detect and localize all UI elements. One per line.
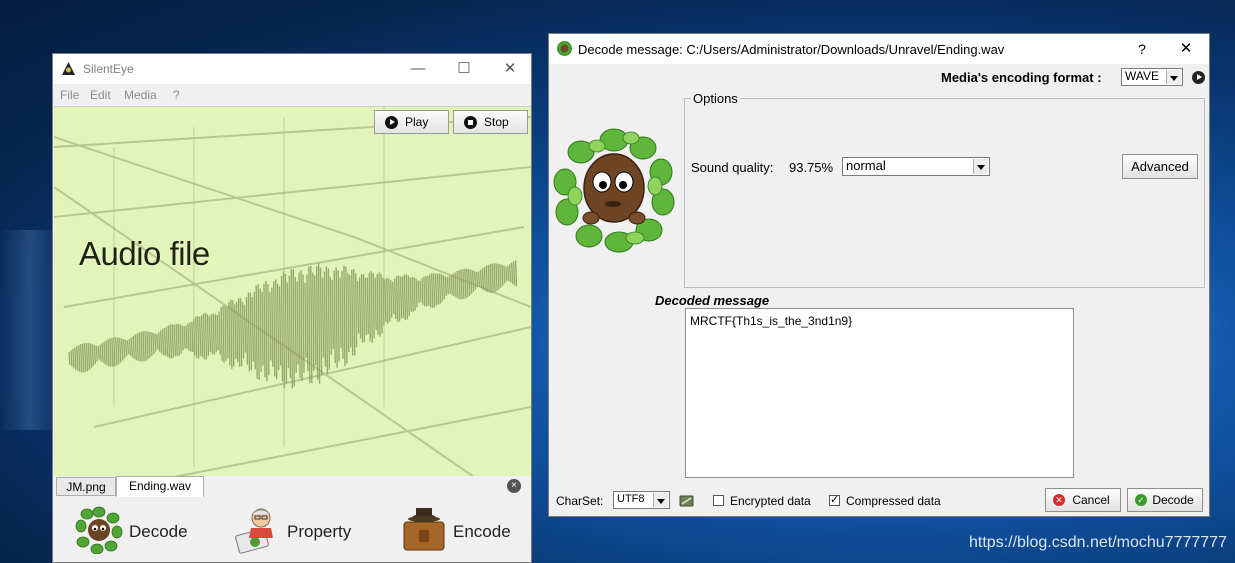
decoded-message-textarea[interactable]: MRCTF{Th1s_is_the_3nd1n9}	[685, 308, 1074, 478]
format-go-icon[interactable]	[1192, 71, 1205, 84]
charset-value: UTF8	[617, 493, 645, 505]
cancel-button[interactable]: ✕ Cancel	[1045, 488, 1121, 512]
options-group-title: Options	[691, 91, 740, 106]
close-button[interactable]: ✕	[487, 54, 533, 84]
media-type-label: Audio file	[79, 235, 210, 272]
cancel-label: Cancel	[1072, 493, 1110, 507]
chevron-down-icon	[653, 493, 668, 507]
play-icon	[385, 116, 398, 129]
chevron-down-icon	[973, 159, 988, 174]
chevron-down-icon	[1166, 70, 1181, 84]
encoding-format-label: Media's encoding format :	[941, 70, 1102, 85]
media-preview-canvas: Audio file	[54, 106, 531, 477]
menu-bar: File Edit Media ?	[53, 84, 531, 106]
property-tool-label: Property	[287, 522, 352, 541]
encrypted-data-label: Encrypted data	[730, 494, 811, 508]
cancel-icon: ✕	[1053, 494, 1065, 506]
menu-edit[interactable]: Edit	[90, 88, 111, 102]
dialog-close-button[interactable]: ✕	[1163, 34, 1209, 64]
decoded-message-label: Decoded message	[655, 293, 770, 308]
encode-tool-button[interactable]: Encode	[401, 504, 521, 560]
menu-help[interactable]: ?	[173, 88, 180, 102]
property-tool-button[interactable]: Property	[233, 504, 363, 560]
charset-settings-icon[interactable]	[679, 493, 694, 508]
encode-tool-label: Encode	[453, 522, 511, 541]
close-tab-icon[interactable]: ×	[507, 479, 521, 493]
decode-mascot-icon	[75, 506, 123, 554]
charset-label: CharSet:	[556, 494, 604, 508]
maximize-button[interactable]: ☐	[441, 54, 487, 84]
desktop-light-beam	[0, 230, 60, 430]
minimize-button[interactable]: —	[395, 54, 441, 84]
tab-jm-png[interactable]: JM.png	[56, 477, 116, 496]
stop-button[interactable]: Stop	[453, 110, 528, 134]
options-group	[684, 98, 1205, 288]
encoding-format-select[interactable]: WAVE	[1121, 68, 1183, 86]
file-tabs: JM.png Ending.wav	[53, 476, 531, 497]
decode-app-icon	[557, 41, 572, 56]
advanced-button[interactable]: Advanced	[1122, 154, 1198, 179]
mascot-logo	[553, 128, 675, 253]
watermark-text: https://blog.csdn.net/mochu7777777	[969, 534, 1227, 551]
tab-ending-wav[interactable]: Ending.wav	[116, 476, 204, 497]
dialog-footer: CharSet: UTF8 Encrypted data Compressed …	[549, 481, 1209, 517]
help-button[interactable]: ?	[1119, 34, 1165, 64]
play-label: Play	[405, 115, 429, 129]
play-button[interactable]: Play	[374, 110, 449, 134]
charset-select[interactable]: UTF8	[613, 491, 670, 509]
check-icon: ✓	[1135, 494, 1147, 506]
encoding-format-value: WAVE	[1125, 69, 1160, 83]
title-bar[interactable]: SilentEye — ☐ ✕	[53, 54, 531, 84]
menu-file[interactable]: File	[60, 88, 79, 102]
dialog-title: Decode message: C:/Users/Administrator/D…	[578, 42, 1005, 57]
stop-label: Stop	[484, 115, 509, 129]
silenteye-app-icon	[62, 62, 75, 75]
encrypted-data-checkbox[interactable]	[713, 495, 724, 506]
silenteye-main-window: SilentEye — ☐ ✕ File Edit Media ? Audio …	[52, 53, 532, 563]
decode-message-dialog: Decode message: C:/Users/Administrator/D…	[548, 33, 1210, 517]
sound-quality-select[interactable]: normal	[842, 157, 990, 176]
sound-quality-value: 93.75%	[789, 160, 834, 175]
decode-label: Decode	[1152, 493, 1194, 507]
sound-quality-label: Sound quality:	[691, 160, 774, 175]
property-person-icon	[235, 508, 273, 554]
decode-tool-label: Decode	[129, 522, 188, 541]
sound-quality-mode: normal	[846, 158, 886, 173]
compressed-data-checkbox[interactable]	[829, 493, 840, 506]
window-title: SilentEye	[83, 62, 134, 76]
waveform-illustration	[54, 107, 531, 477]
menu-media[interactable]: Media	[124, 88, 157, 102]
compressed-data-label: Compressed data	[846, 494, 941, 508]
decode-tool-button[interactable]: Decode	[75, 504, 195, 560]
encode-safe-icon	[403, 508, 445, 551]
dialog-title-bar[interactable]: Decode message: C:/Users/Administrator/D…	[549, 34, 1209, 64]
decode-button[interactable]: ✓ Decode	[1127, 488, 1203, 512]
stop-icon	[464, 116, 477, 129]
